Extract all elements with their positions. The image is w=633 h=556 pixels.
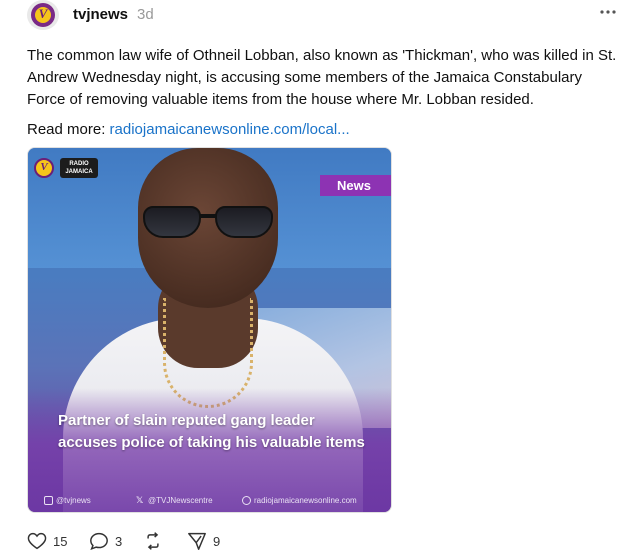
tvj-media-logo: V — [34, 158, 54, 178]
instagram-icon — [44, 496, 53, 505]
like-button[interactable]: 15 — [27, 532, 67, 550]
globe-icon — [242, 496, 251, 505]
avatar[interactable]: V — [27, 0, 59, 30]
more-horizontal-icon — [600, 10, 616, 14]
radio-jamaica-badge: RADIO JAMAICA — [60, 158, 98, 178]
comment-count: 3 — [115, 533, 123, 549]
share-count: 9 — [213, 533, 221, 549]
more-options-button[interactable] — [596, 4, 620, 24]
comment-button[interactable]: 3 — [89, 532, 122, 550]
tvj-logo: V — [31, 3, 55, 27]
image-caption: Partner of slain reputed gang leader acc… — [58, 412, 365, 451]
comment-icon — [90, 532, 108, 550]
read-more-link[interactable]: radiojamaicanewsonline.com/local... — [110, 121, 350, 138]
instagram-handle: @tvjnews — [44, 496, 91, 505]
sunglasses — [143, 206, 278, 240]
post-image[interactable]: V RADIO JAMAICA News Partner of slain re… — [27, 147, 392, 513]
website-url: radiojamaicanewsonline.com — [242, 496, 357, 505]
post-card: V tvjnews 3d The common law wife of Othn… — [0, 0, 633, 556]
post-timestamp[interactable]: 3d — [137, 6, 154, 23]
like-count: 15 — [53, 533, 68, 549]
send-icon — [188, 532, 206, 550]
read-more-label: Read more: — [27, 121, 106, 138]
x-handle: 𝕏 @TVJNewscentre — [136, 495, 213, 506]
post-text: The common law wife of Othneil Lobban, a… — [27, 47, 617, 108]
username[interactable]: tvjnews — [73, 6, 128, 23]
repost-icon — [147, 532, 159, 550]
share-button[interactable]: 9 — [187, 532, 220, 550]
heart-icon — [27, 532, 47, 550]
image-footer: @tvjnews 𝕏 @TVJNewscentre radiojamaicane… — [28, 492, 391, 512]
read-more: Read more: radiojamaicanewsonline.com/lo… — [27, 119, 350, 141]
news-tag: News — [320, 175, 391, 196]
repost-button[interactable] — [143, 532, 169, 550]
x-icon: 𝕏 — [136, 495, 144, 505]
